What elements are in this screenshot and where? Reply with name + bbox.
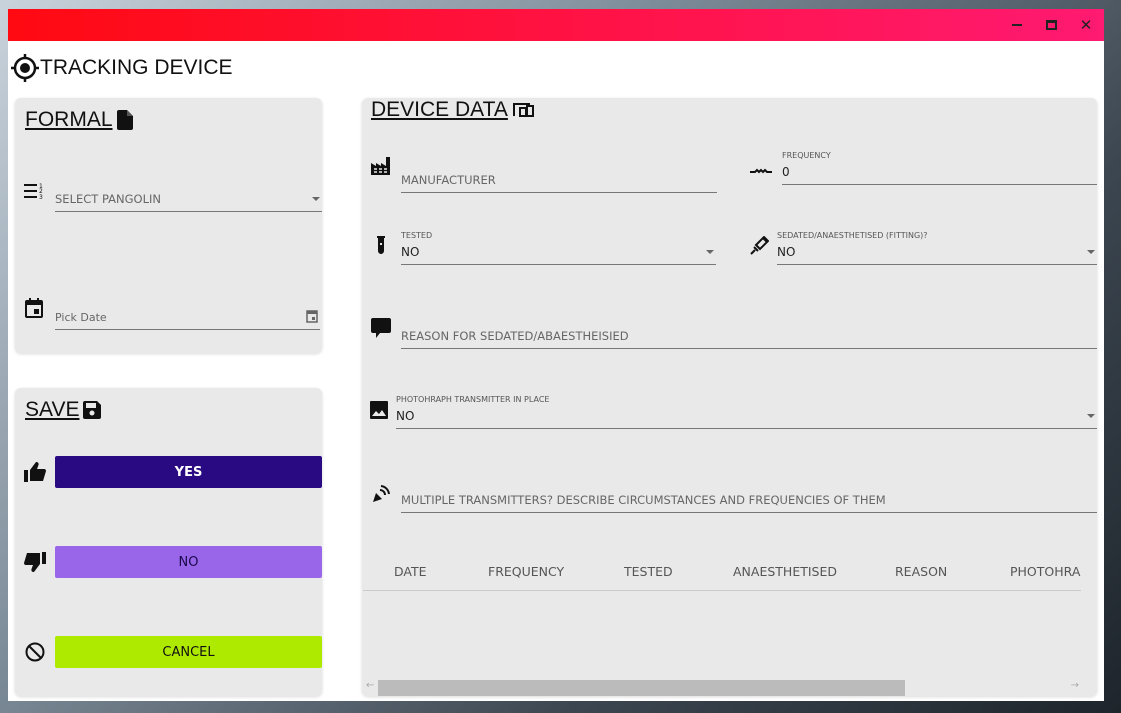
formal-heading-text: FORMAL [25, 108, 113, 131]
test-tube-icon [370, 235, 392, 257]
dropdown-caret-icon [312, 197, 320, 201]
factory-icon [370, 155, 392, 177]
sedated-label: SEDATED/ANAESTHETISED (FITTING)? [777, 231, 928, 240]
scroll-right-icon[interactable]: → [1071, 680, 1079, 691]
photograph-dropdown[interactable]: PHOTOHRAPH TRANSMITTER IN PLACE NO [396, 395, 1097, 429]
scroll-left-icon[interactable]: ← [366, 680, 374, 691]
pick-date-input[interactable]: Pick Date [55, 302, 320, 330]
tested-value: NO [401, 245, 420, 259]
column-header-reason[interactable]: REASON [895, 564, 947, 579]
syringe-icon [748, 235, 770, 257]
no-label: NO [178, 554, 199, 570]
frequency-label: FREQUENCY [782, 151, 831, 160]
svg-text:3: 3 [39, 194, 43, 200]
crosshair-icon [11, 54, 39, 82]
formal-heading: FORMAL [25, 108, 133, 132]
column-header-tested[interactable]: TESTED [624, 564, 673, 579]
minimize-icon [1012, 24, 1022, 26]
numbered-list-icon: 123 [23, 180, 45, 202]
devices-icon [512, 103, 534, 117]
app-window: ✕ TRACKING DEVICE FORMAL 123 SELECT PANG… [8, 9, 1104, 701]
frequency-value: 0 [782, 165, 790, 179]
comment-icon [370, 317, 392, 339]
sedated-dropdown[interactable]: SEDATED/ANAESTHETISED (FITTING)? NO [777, 231, 1097, 265]
cancel-button[interactable]: CANCEL [55, 636, 322, 668]
multiple-placeholder: MULTIPLE TRANSMITTERS? DESCRIBE CIRCUMST… [401, 493, 886, 507]
sedated-value: NO [777, 245, 796, 259]
yes-button[interactable]: YES [55, 456, 322, 488]
image-icon [368, 399, 390, 421]
save-heading-text: SAVE [25, 398, 80, 421]
date-placeholder: Pick Date [55, 311, 107, 324]
cancel-icon [24, 641, 46, 663]
yes-label: YES [174, 464, 203, 480]
satellite-signal-icon [370, 483, 392, 505]
floppy-disk-icon [83, 401, 102, 419]
photo-value: NO [396, 409, 415, 423]
dropdown-caret-icon [706, 250, 714, 254]
column-header-anaesthetised[interactable]: ANAESTHETISED [733, 564, 837, 579]
close-button[interactable]: ✕ [1076, 15, 1096, 35]
device-data-heading: DEVICE DATA [371, 98, 534, 122]
minimize-button[interactable] [1007, 15, 1027, 35]
multiple-transmitters-input[interactable]: MULTIPLE TRANSMITTERS? DESCRIBE CIRCUMST… [401, 485, 1097, 513]
thumbs-down-icon [24, 551, 46, 573]
dropdown-caret-icon [1087, 250, 1095, 254]
tested-label: TESTED [401, 231, 433, 240]
photo-label: PHOTOHRAPH TRANSMITTER IN PLACE [396, 395, 550, 404]
column-header-date[interactable]: DATE [394, 564, 427, 579]
horizontal-scrollbar[interactable]: ← → [363, 680, 1097, 696]
device-heading-text: DEVICE DATA [371, 98, 508, 121]
manufacturer-placeholder: MANUFACTURER [401, 173, 496, 187]
scrollbar-thumb[interactable] [378, 680, 905, 696]
pangolin-placeholder: SELECT PANGOLIN [55, 192, 161, 206]
title-bar[interactable]: ✕ [8, 9, 1104, 41]
wave-icon [750, 161, 772, 183]
dropdown-caret-icon [1087, 414, 1095, 418]
maximize-button[interactable] [1041, 15, 1061, 35]
file-icon [116, 110, 133, 130]
save-heading: SAVE [25, 398, 102, 422]
calendar-picker-icon[interactable] [306, 309, 318, 323]
thumbs-up-icon [24, 461, 46, 483]
column-header-photograph[interactable]: PHOTOHRA [1010, 564, 1080, 579]
frequency-input[interactable]: FREQUENCY 0 [782, 151, 1097, 185]
reason-input[interactable]: REASON FOR SEDATED/ABAESTHEISIED [401, 321, 1097, 349]
cancel-label: CANCEL [162, 644, 215, 660]
select-pangolin-dropdown[interactable]: SELECT PANGOLIN [55, 184, 322, 212]
maximize-icon [1045, 20, 1057, 30]
app-title: TRACKING DEVICE [10, 53, 233, 83]
reason-placeholder: REASON FOR SEDATED/ABAESTHEISIED [401, 329, 629, 343]
calendar-icon [23, 297, 45, 319]
table-header-divider [363, 590, 1081, 591]
column-header-frequency[interactable]: FREQUENCY [488, 564, 564, 579]
formal-panel: FORMAL 123 SELECT PANGOLIN Pick Date [15, 98, 322, 353]
manufacturer-input[interactable]: MANUFACTURER [401, 165, 717, 193]
tested-dropdown[interactable]: TESTED NO [401, 231, 716, 265]
close-icon: ✕ [1079, 16, 1093, 34]
no-button[interactable]: NO [55, 546, 322, 578]
app-title-text: TRACKING DEVICE [40, 56, 233, 79]
